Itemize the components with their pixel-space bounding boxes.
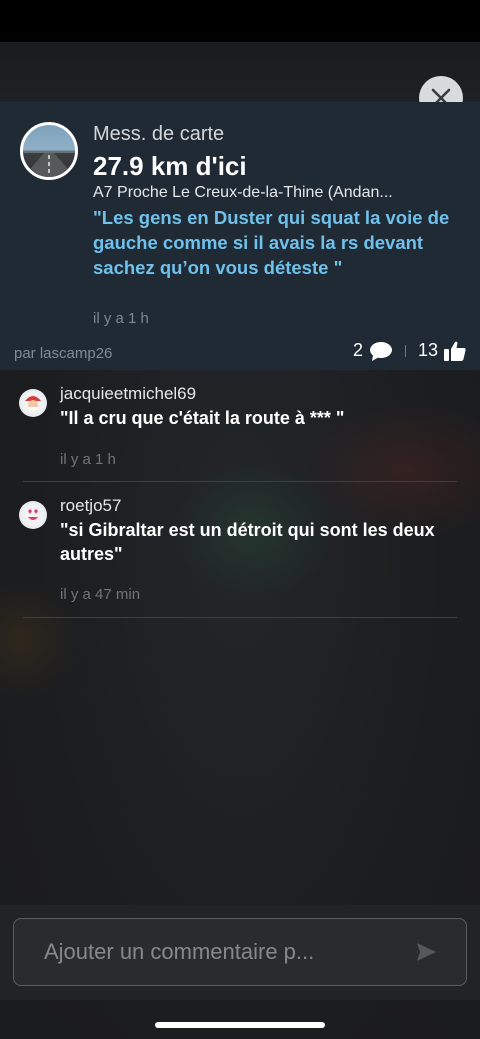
comment-bubble-icon[interactable] [369, 341, 393, 361]
author-label[interactable]: par lascamp26 [14, 345, 112, 362]
send-icon[interactable] [414, 940, 438, 964]
heart-eyes-avatar-icon [19, 501, 47, 529]
map-thumbnail-avatar [20, 122, 78, 180]
comment-divider [23, 617, 457, 618]
map-message-card: Mess. de carte 27.9 km d'ici A7 Proche L… [0, 102, 480, 370]
comment-divider [23, 481, 457, 482]
map-backdrop [0, 42, 480, 102]
distance-label: 27.9 km d'ici [93, 151, 247, 181]
comment-composer [0, 905, 480, 1000]
message-timestamp: il y a 1 h [93, 310, 149, 327]
home-indicator [155, 1022, 325, 1028]
comment-text: "si Gibraltar est un détroit qui sont le… [60, 520, 435, 564]
santa-avatar-icon [19, 389, 47, 417]
comment-input[interactable] [13, 918, 467, 986]
comment-timestamp: il y a 47 min [60, 586, 141, 603]
comment-timestamp: il y a 1 h [60, 451, 116, 468]
map-message-text: "Les gens en Duster qui squat la voie de… [93, 207, 450, 278]
like-count: 13 [417, 340, 438, 360]
comment-username[interactable]: roetjo57 [60, 496, 121, 516]
comment-text: "Il a cru que c'était la route à *** " [60, 408, 345, 428]
comment-count: 2 [352, 340, 363, 360]
thumbs-up-icon[interactable] [444, 341, 466, 361]
comment-username[interactable]: jacquieetmichel69 [60, 384, 196, 404]
message-stats: 2 13 [353, 340, 466, 361]
card-type-label: Mess. de carte [93, 123, 225, 145]
screen: Mess. de carte 27.9 km d'ici A7 Proche L… [0, 0, 480, 1039]
stats-divider [404, 344, 406, 357]
location-label: A7 Proche Le Creux-de-la-Thine (Andan... [93, 184, 393, 201]
status-bar [0, 0, 480, 42]
